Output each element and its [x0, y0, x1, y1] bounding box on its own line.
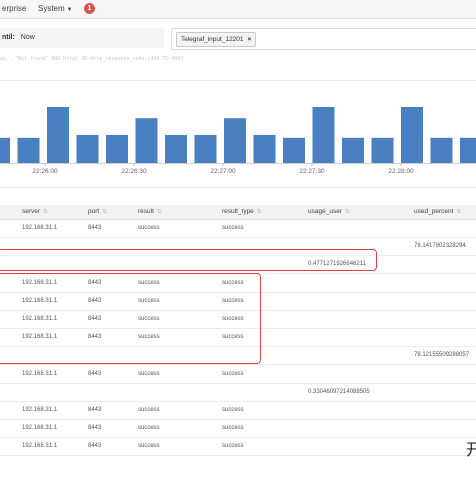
- caret-down-icon: ▼: [66, 7, 73, 13]
- histogram-bar[interactable]: [312, 107, 335, 163]
- cell-result-type: success: [222, 407, 244, 413]
- cell-result: success: [138, 407, 160, 413]
- remove-tag-icon[interactable]: ×: [248, 36, 252, 43]
- cell-server: 192.168.31.1: [22, 370, 58, 377]
- table-row[interactable]: 192.168.31.1 8443 success success: [0, 365, 476, 384]
- nav-item-enterprise[interactable]: erprise: [2, 4, 26, 13]
- annotation-box-success-rows: [0, 273, 261, 364]
- cell-result-type: success: [222, 225, 244, 231]
- histogram-bar[interactable]: [0, 137, 10, 163]
- nav-item-system[interactable]: System ▼: [38, 4, 73, 13]
- histogram-chart: 22:26:00 22:26:30 22:27:00 22:27:30 22:28:00: [0, 107, 476, 175]
- stream-tag-label: Telegraf_input_12201: [181, 36, 244, 43]
- cell-result: success: [138, 425, 160, 432]
- histogram-time-label: 22:28:00: [388, 168, 414, 175]
- histogram-bar[interactable]: [165, 135, 187, 163]
- watermark-glyph: 开: [466, 440, 476, 459]
- histogram-bar[interactable]: [106, 135, 128, 163]
- histogram-bar[interactable]: [371, 137, 394, 163]
- notification-badge[interactable]: 1: [84, 3, 95, 14]
- histogram-time-label: 22:26:00: [32, 168, 58, 175]
- cell-result: success: [138, 225, 160, 231]
- column-header-usage-user[interactable]: usage_user ⇅: [308, 205, 350, 219]
- cell-result: success: [138, 443, 160, 450]
- histogram-time-label: 22:26:30: [121, 168, 147, 175]
- time-range-selector[interactable]: ntil: Now: [0, 28, 164, 48]
- histogram-bar[interactable]: [430, 137, 453, 163]
- column-header-port[interactable]: port ⇅: [88, 205, 107, 219]
- column-header-server[interactable]: server ⇅: [22, 205, 48, 219]
- histogram-bar[interactable]: [401, 107, 423, 163]
- column-header-result[interactable]: result ⇅: [138, 205, 162, 219]
- cell-usage-user: 0.33046097214088505: [308, 388, 370, 395]
- histogram-bar[interactable]: [194, 135, 217, 163]
- table-row[interactable]: 192.168.31.1 8443 success success: [0, 401, 476, 420]
- cell-used-percent: 78.12155509288057: [414, 352, 470, 359]
- time-range-value: Now: [20, 34, 35, 41]
- histogram-bar[interactable]: [76, 135, 99, 163]
- cell-result: success: [138, 370, 160, 377]
- table-row[interactable]: 0.33046097214088505: [0, 383, 476, 402]
- table-row[interactable]: 192.168.31.1 8443 success success: [0, 437, 476, 457]
- cell-result-type: success: [222, 370, 244, 377]
- sort-icon[interactable]: ⇅: [102, 209, 107, 215]
- annotation-box-usage-row: [0, 249, 377, 271]
- sort-icon[interactable]: ⇅: [456, 209, 461, 215]
- histogram-bar[interactable]: [460, 137, 476, 163]
- histogram-bar[interactable]: [135, 118, 158, 163]
- histogram-bar[interactable]: [253, 135, 276, 163]
- time-range-label: ntil:: [2, 34, 15, 41]
- section-divider: [0, 187, 476, 188]
- stream-filter-input[interactable]: Telegraf_input_12201 ×: [171, 28, 476, 50]
- nav-item-system-label: System: [38, 4, 65, 13]
- histogram-bar[interactable]: [283, 137, 305, 163]
- message-histogram: 22:26:00 22:26:30 22:27:00 22:27:30 22:28:00: [0, 80, 476, 176]
- cell-server: 192.168.31.1: [22, 425, 58, 432]
- cell-port: 8443: [88, 370, 102, 377]
- cell-port: 8443: [88, 425, 102, 432]
- stream-tag: Telegraf_input_12201 ×: [176, 32, 257, 47]
- cell-result-type: success: [222, 443, 244, 450]
- histogram-bar[interactable]: [17, 137, 40, 163]
- histogram-time-label: 22:27:00: [210, 168, 236, 175]
- cell-used-percent: 78.1417802328294: [414, 243, 466, 250]
- histogram-bar[interactable]: [47, 107, 69, 163]
- cell-port: 8443: [88, 443, 102, 450]
- sort-icon[interactable]: ⇅: [157, 209, 162, 215]
- sort-icon[interactable]: ⇅: [43, 209, 48, 215]
- cell-server: 192.168.31.1: [22, 407, 58, 413]
- query-input-placeholder[interactable]: ql..."Not found" AND http) OR http_respo…: [0, 56, 476, 66]
- results-table-header: server ⇅ port ⇅ result ⇅ result_type ⇅ usage…: [0, 205, 476, 220]
- cell-server: 192.168.31.1: [22, 225, 58, 231]
- histogram-bar[interactable]: [342, 137, 364, 163]
- column-header-used-percent[interactable]: used_percent ⇅: [414, 205, 461, 219]
- search-filter-row: ntil: Now Telegraf_input_12201 ×: [0, 26, 476, 50]
- histogram-time-label: 22:27:30: [299, 168, 325, 175]
- table-row[interactable]: 192.168.31.1 8443 success success: [0, 419, 476, 439]
- table-row[interactable]: 192.168.31.1 8443 success success: [0, 219, 476, 238]
- sort-icon[interactable]: ⇅: [257, 209, 262, 215]
- cell-server: 192.168.31.1: [22, 443, 58, 450]
- sort-icon[interactable]: ⇅: [345, 209, 350, 215]
- column-header-result-type[interactable]: result_type ⇅: [222, 205, 261, 219]
- top-nav: erprise System ▼ 1: [0, 0, 476, 19]
- cell-result-type: success: [222, 425, 244, 432]
- cell-port: 8443: [88, 225, 102, 231]
- histogram-bar[interactable]: [224, 118, 246, 163]
- cell-port: 8443: [88, 407, 102, 413]
